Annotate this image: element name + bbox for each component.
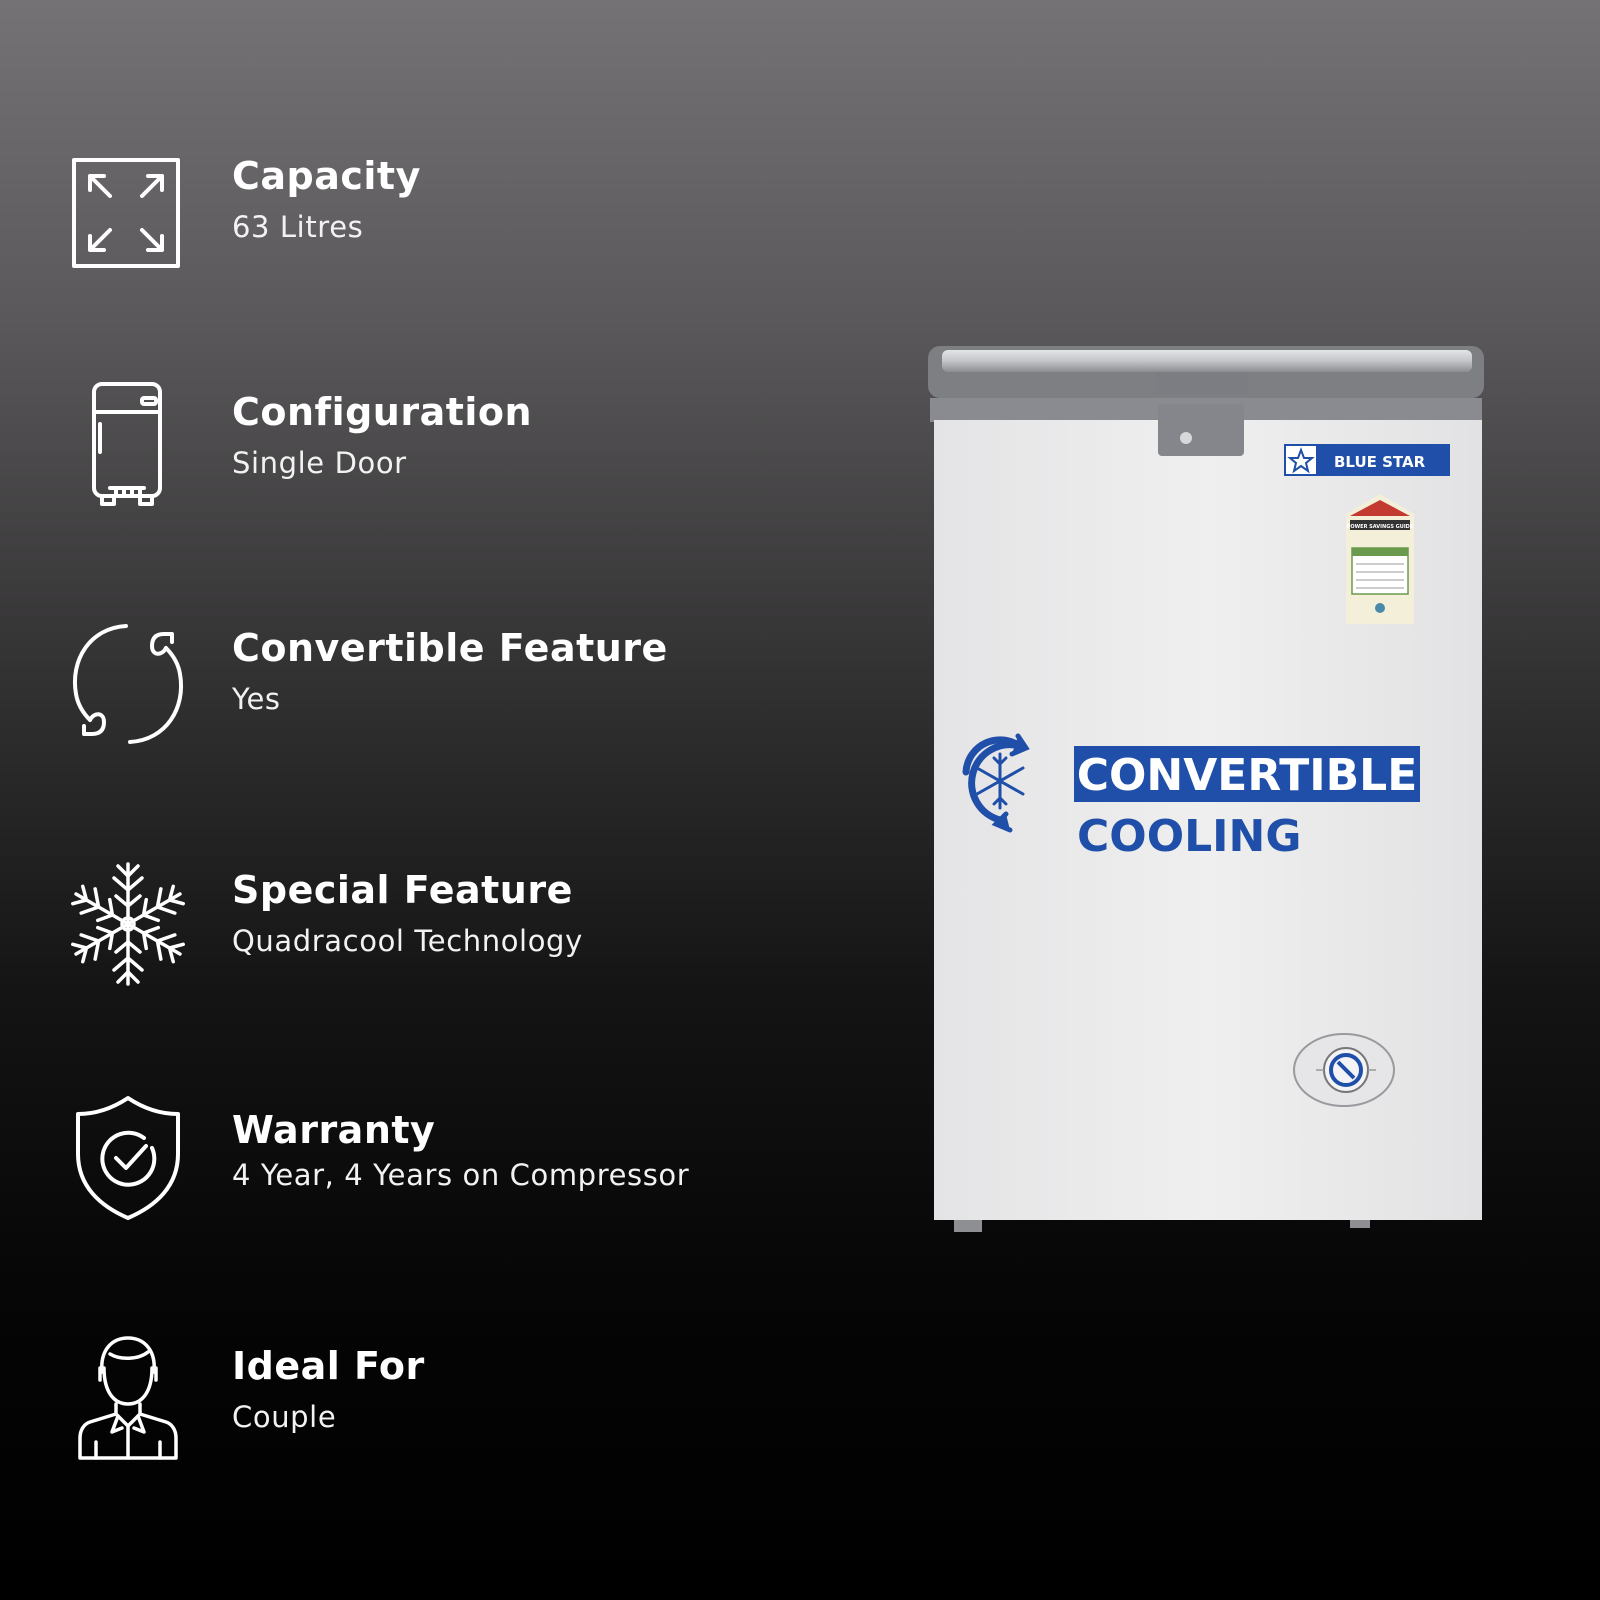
feature-convertible: Convertible Feature Yes xyxy=(0,624,760,784)
feature-value: Quadracool Technology xyxy=(232,924,583,958)
feature-value: 63 Litres xyxy=(232,210,364,244)
badge-line2: COOLING xyxy=(1077,811,1301,862)
thermostat-knob xyxy=(1293,1033,1395,1107)
feature-ideal-for: Ideal For Couple xyxy=(0,1336,760,1502)
expand-arrows-icon xyxy=(60,152,196,288)
snowflake-icon xyxy=(60,856,196,992)
feature-value: Couple xyxy=(232,1400,337,1434)
feature-title: Special Feature xyxy=(232,868,573,912)
feature-title: Configuration xyxy=(232,390,533,434)
svg-text:POWER SAVINGS GUIDE: POWER SAVINGS GUIDE xyxy=(1347,524,1414,530)
feature-title: Warranty xyxy=(232,1108,436,1152)
feature-title: Capacity xyxy=(232,154,421,198)
feature-special: Special Feature Quadracool Technology xyxy=(0,862,760,1026)
blue-star-logo: BLUE STAR xyxy=(1284,444,1450,476)
shield-check-icon xyxy=(60,1090,196,1226)
feature-configuration: Configuration Single Door xyxy=(0,382,760,548)
convertible-arrows-icon xyxy=(60,616,196,752)
feature-value: Single Door xyxy=(232,446,407,480)
refrigerator-icon xyxy=(60,380,196,516)
chest-freezer-image: BLUE STAR POWER SAVINGS GUIDE CONVERTIBL… xyxy=(926,344,1486,1264)
feature-value: Yes xyxy=(232,682,281,716)
person-icon xyxy=(60,1330,196,1466)
feature-warranty: Warranty 4 Year, 4 Years on Compressor xyxy=(0,1096,760,1266)
feature-title: Ideal For xyxy=(232,1344,425,1388)
feature-value: 4 Year, 4 Years on Compressor xyxy=(232,1158,690,1192)
feature-capacity: Capacity 63 Litres xyxy=(0,152,760,312)
feature-title: Convertible Feature xyxy=(232,626,668,670)
badge-line1: CONVERTIBLE xyxy=(1077,750,1418,801)
brand-name: BLUE STAR xyxy=(1334,453,1426,471)
energy-rating-label: POWER SAVINGS GUIDE xyxy=(1346,494,1414,624)
